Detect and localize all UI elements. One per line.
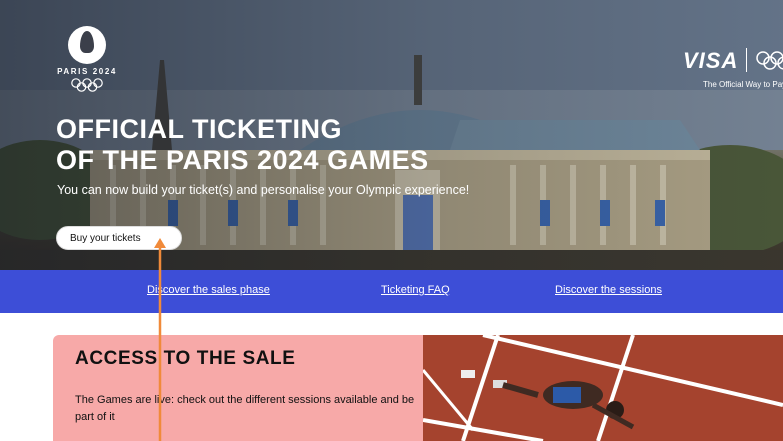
sponsor-tagline: The Official Way to Pay [703,80,783,89]
title-line-2: OF THE PARIS 2024 GAMES [56,145,429,175]
olympic-rings-icon [756,51,783,70]
nav-link-ticketing-faq[interactable]: Ticketing FAQ [381,284,450,296]
sponsor-divider [746,48,747,72]
annotation-arrow-icon [154,238,166,441]
paris-2024-flame-icon [68,26,106,64]
page-title: OFFICIAL TICKETING OF THE PARIS 2024 GAM… [56,114,429,176]
access-title: ACCESS TO THE SALE [75,348,296,369]
access-sale-card: ACCESS TO THE SALE The Games are live: c… [53,335,423,441]
hero-banner: PARIS 2024 VISA The Official Way to Pay … [0,0,783,270]
ticketing-nav-bar: Discover the sales phase Ticketing FAQ D… [0,270,783,313]
logo-text: PARIS 2024 [57,67,117,76]
title-line-1: OFFICIAL TICKETING [56,114,342,144]
visa-logo: VISA [683,48,739,73]
paris-2024-logo[interactable]: PARIS 2024 [54,26,120,96]
access-description: The Games are live: check out the differ… [75,394,415,423]
nav-link-sessions[interactable]: Discover the sessions [555,284,662,296]
athlete-track-photo [423,335,783,441]
olympic-rings-icon [71,78,103,92]
hero-subtitle: You can now build your ticket(s) and per… [57,183,470,197]
